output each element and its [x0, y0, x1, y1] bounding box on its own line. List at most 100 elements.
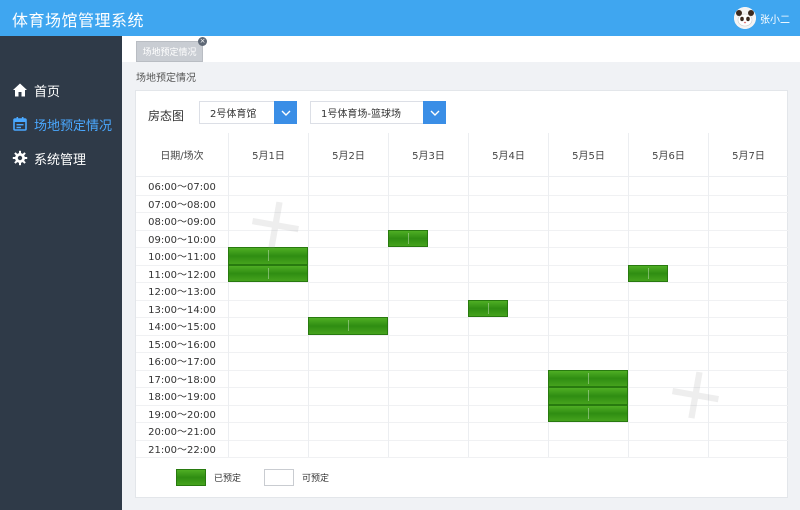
slot-cell[interactable]: [388, 265, 468, 283]
tab-venue-booking[interactable]: 场地预定情况 ×: [136, 37, 207, 62]
slot-cell[interactable]: [468, 440, 548, 458]
slot-cell[interactable]: [468, 265, 548, 283]
slot-cell[interactable]: [468, 282, 548, 300]
slot-cell[interactable]: [548, 195, 628, 213]
slot-cell[interactable]: [708, 265, 788, 283]
booked-slot[interactable]: [548, 369, 628, 387]
slot-cell[interactable]: [468, 247, 548, 265]
slot-cell[interactable]: [548, 265, 628, 283]
slot-cell[interactable]: [388, 422, 468, 440]
slot-cell[interactable]: [388, 352, 468, 370]
slot-cell[interactable]: [308, 387, 388, 405]
slot-cell[interactable]: [548, 247, 628, 265]
slot-cell[interactable]: [628, 247, 708, 265]
booked-slot[interactable]: [228, 264, 308, 282]
slot-cell[interactable]: [308, 282, 388, 300]
slot-cell[interactable]: [548, 440, 628, 458]
slot-cell[interactable]: [708, 405, 788, 423]
slot-cell[interactable]: [388, 282, 468, 300]
slot-cell[interactable]: [388, 370, 468, 388]
slot-cell[interactable]: [628, 387, 708, 405]
slot-cell[interactable]: [628, 195, 708, 213]
slot-cell[interactable]: [548, 335, 628, 353]
slot-cell[interactable]: [628, 370, 708, 388]
slot-cell[interactable]: [708, 230, 788, 248]
slot-cell[interactable]: [628, 300, 708, 318]
slot-cell[interactable]: [308, 370, 388, 388]
slot-cell[interactable]: [468, 317, 548, 335]
slot-cell[interactable]: [388, 335, 468, 353]
venue-select[interactable]: 2号体育馆: [199, 101, 297, 124]
slot-cell[interactable]: [308, 195, 388, 213]
slot-cell[interactable]: [468, 230, 548, 248]
sidebar-item-system[interactable]: 系统管理: [0, 141, 122, 175]
slot-cell[interactable]: [548, 352, 628, 370]
sidebar-item-home[interactable]: 首页: [0, 73, 122, 107]
slot-cell[interactable]: [468, 422, 548, 440]
slot-cell[interactable]: [628, 212, 708, 230]
slot-cell[interactable]: [388, 195, 468, 213]
slot-cell[interactable]: [548, 300, 628, 318]
slot-cell[interactable]: [388, 212, 468, 230]
slot-cell[interactable]: [708, 352, 788, 370]
slot-cell[interactable]: [628, 352, 708, 370]
slot-cell[interactable]: [628, 405, 708, 423]
slot-cell[interactable]: [628, 335, 708, 353]
slot-cell[interactable]: [388, 387, 468, 405]
slot-cell[interactable]: [548, 230, 628, 248]
slot-cell[interactable]: [468, 405, 548, 423]
slot-cell[interactable]: [228, 300, 308, 318]
slot-cell[interactable]: [468, 352, 548, 370]
slot-cell[interactable]: [308, 300, 388, 318]
slot-cell[interactable]: [628, 177, 708, 195]
slot-cell[interactable]: [228, 335, 308, 353]
slot-cell[interactable]: [708, 247, 788, 265]
avatar[interactable]: [734, 7, 756, 29]
slot-cell[interactable]: [228, 317, 308, 335]
close-icon[interactable]: ×: [198, 37, 207, 46]
slot-cell[interactable]: [308, 335, 388, 353]
slot-cell[interactable]: [228, 195, 308, 213]
slot-cell[interactable]: [228, 387, 308, 405]
slot-cell[interactable]: [228, 370, 308, 388]
booked-slot[interactable]: [468, 299, 508, 317]
slot-cell[interactable]: [388, 247, 468, 265]
slot-cell[interactable]: [388, 405, 468, 423]
slot-cell[interactable]: [468, 387, 548, 405]
booked-slot[interactable]: [628, 264, 668, 282]
sidebar-item-venue-booking[interactable]: 场地预定情况: [0, 107, 122, 141]
slot-cell[interactable]: [548, 212, 628, 230]
slot-cell[interactable]: [708, 212, 788, 230]
booked-slot[interactable]: [308, 317, 388, 335]
slot-cell[interactable]: [228, 405, 308, 423]
slot-cell[interactable]: [308, 265, 388, 283]
slot-cell[interactable]: [708, 177, 788, 195]
slot-cell[interactable]: [628, 317, 708, 335]
slot-cell[interactable]: [228, 282, 308, 300]
slot-cell[interactable]: [548, 282, 628, 300]
slot-cell[interactable]: [308, 352, 388, 370]
slot-cell[interactable]: [708, 370, 788, 388]
slot-cell[interactable]: [388, 317, 468, 335]
slot-cell[interactable]: [708, 282, 788, 300]
slot-cell[interactable]: [468, 212, 548, 230]
slot-cell[interactable]: [468, 177, 548, 195]
user-menu[interactable]: 张小二: [734, 6, 790, 30]
slot-cell[interactable]: [308, 422, 388, 440]
slot-cell[interactable]: [308, 230, 388, 248]
slot-cell[interactable]: [628, 282, 708, 300]
slot-cell[interactable]: [628, 440, 708, 458]
slot-cell[interactable]: [228, 440, 308, 458]
chevron-down-icon[interactable]: [274, 101, 297, 124]
slot-cell[interactable]: [228, 422, 308, 440]
slot-cell[interactable]: [548, 317, 628, 335]
slot-cell[interactable]: [308, 212, 388, 230]
slot-cell[interactable]: [548, 177, 628, 195]
slot-cell[interactable]: [388, 440, 468, 458]
slot-cell[interactable]: [308, 247, 388, 265]
booked-slot[interactable]: [548, 387, 628, 405]
slot-cell[interactable]: [228, 230, 308, 248]
slot-cell[interactable]: [708, 387, 788, 405]
user-name[interactable]: 张小二: [760, 11, 790, 26]
slot-cell[interactable]: [228, 177, 308, 195]
